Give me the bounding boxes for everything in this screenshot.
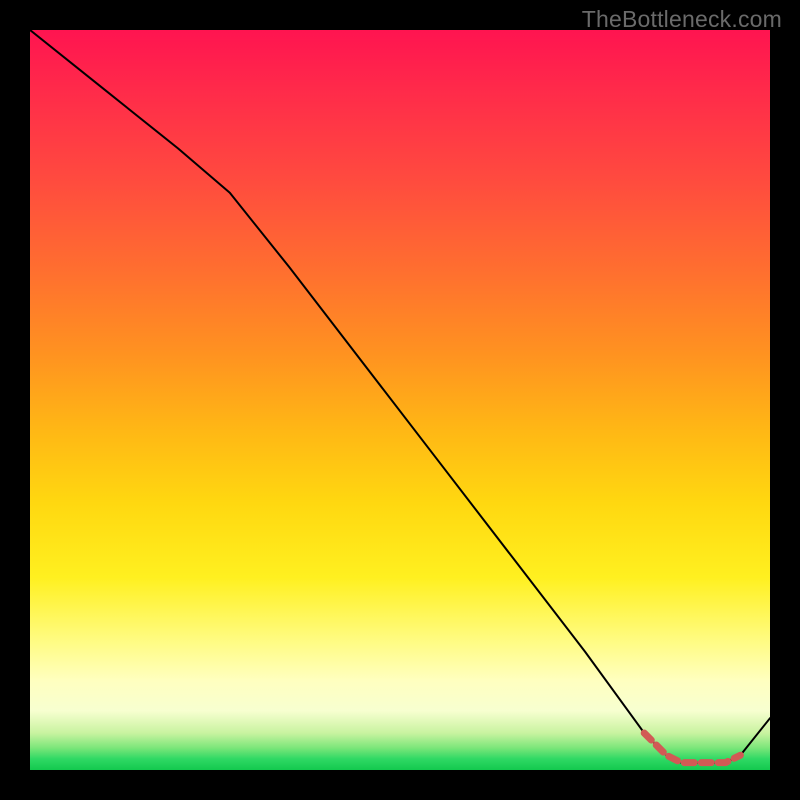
plot-gradient-background bbox=[30, 30, 770, 770]
watermark-text: TheBottleneck.com bbox=[582, 6, 782, 33]
chart-frame: TheBottleneck.com bbox=[0, 0, 800, 800]
